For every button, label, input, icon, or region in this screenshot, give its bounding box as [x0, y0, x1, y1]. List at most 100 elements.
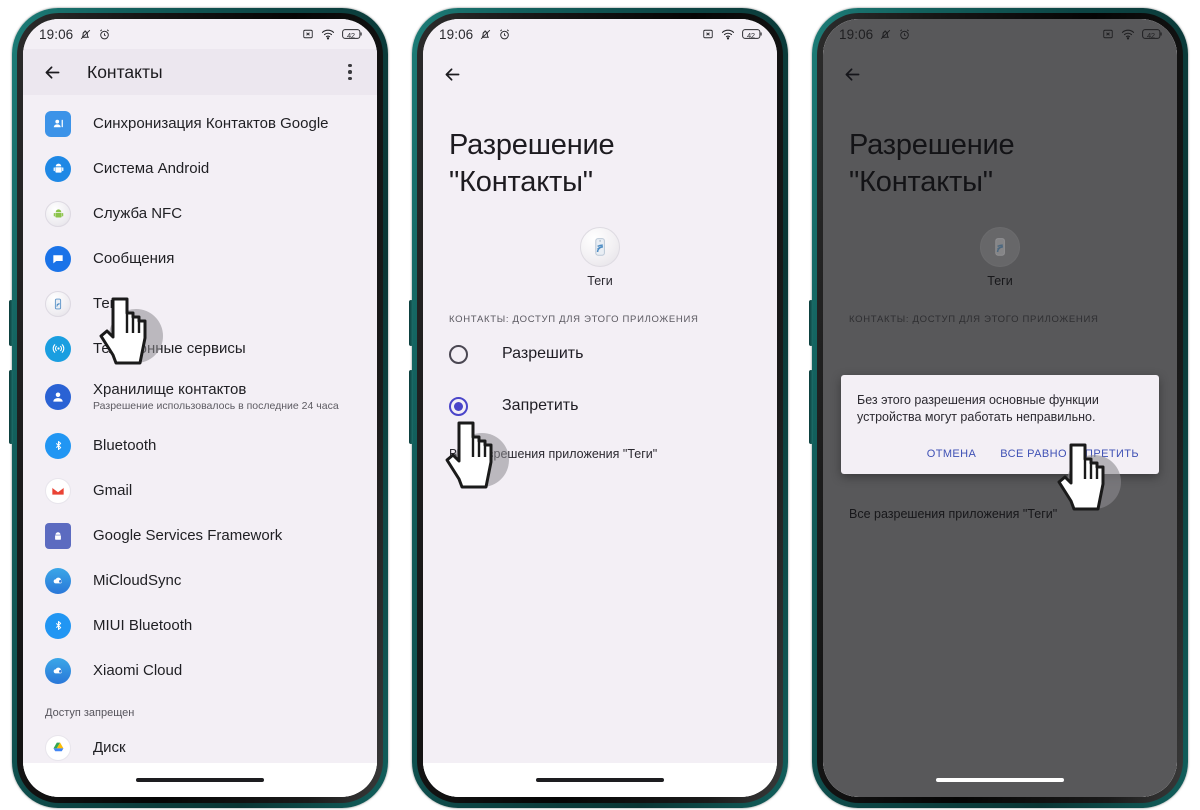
gesture-pill[interactable] — [536, 778, 664, 782]
dialog-message: Без этого разрешения основные функции ус… — [857, 393, 1099, 424]
back-button[interactable] — [37, 57, 67, 87]
list-item-label: Система Android — [93, 159, 210, 177]
status-bar: 19:06 42 — [23, 19, 377, 49]
list-item[interactable]: Gmail — [23, 468, 377, 513]
radio-label: Разрешить — [502, 345, 584, 362]
volume-button[interactable] — [809, 370, 813, 444]
status-bar: 19:06 42 — [423, 19, 777, 49]
navigation-bar — [23, 763, 377, 797]
app-name: Теги — [587, 274, 613, 288]
list-item[interactable]: MiCloudSync — [23, 558, 377, 603]
deny-anyway-button[interactable]: Все равно запретить — [998, 444, 1141, 464]
list-item[interactable]: Телефонные сервисы — [23, 326, 377, 371]
dialog-actions: Отмена Все равно запретить — [857, 444, 1143, 464]
status-bar-time: 19:06 — [839, 26, 874, 42]
contacts-storage-icon — [45, 384, 71, 410]
power-button[interactable] — [9, 300, 13, 346]
all-permissions-link[interactable]: Все разрешения приложения "Теги" — [423, 429, 777, 461]
gesture-pill[interactable] — [936, 778, 1064, 782]
battery-icon: 42 — [342, 28, 363, 40]
bell-muted-icon — [479, 28, 492, 41]
volume-button[interactable] — [409, 370, 413, 444]
telephony-services-icon — [45, 335, 71, 362]
list-item[interactable]: Служба NFC — [23, 191, 377, 236]
list-item-label: Хранилище контактов — [93, 381, 247, 398]
cancel-button[interactable]: Отмена — [925, 444, 978, 464]
permission-title-line1: Разрешение — [849, 129, 1015, 161]
permission-section-label: Контакты: доступ для этого приложения — [849, 314, 1099, 325]
phone-1-screen: 19:06 42 Контакты Синхронизация Контакто… — [23, 19, 377, 797]
screen-contacts-permission-list: 19:06 42 Контакты Синхронизация Контакто… — [23, 19, 377, 797]
miui-bluetooth-icon — [45, 612, 71, 639]
list-item-label: Сообщения — [93, 249, 175, 267]
three-phone-comparison: 19:06 42 Контакты Синхронизация Контакто… — [0, 0, 1200, 810]
tags-app-icon — [980, 227, 1020, 267]
radio-button[interactable] — [449, 396, 468, 416]
wifi-icon — [721, 28, 735, 40]
list-item[interactable]: Система Android — [23, 146, 377, 191]
list-item[interactable]: MIUI Bluetooth — [23, 603, 377, 648]
tags-app-icon — [580, 227, 620, 267]
list-item-label: MIUI Bluetooth — [93, 616, 193, 634]
status-bar: 19:06 42 — [823, 19, 1177, 49]
volume-button[interactable] — [9, 370, 13, 444]
android-system-icon — [45, 155, 71, 182]
list-item-label: Google Services Framework — [93, 526, 283, 544]
confirm-dialog: Без этого разрешения основные функции ус… — [841, 375, 1159, 474]
tags-icon — [45, 290, 71, 317]
list-item[interactable]: Google Services Framework — [23, 513, 377, 558]
radio-label: Запретить — [502, 397, 579, 414]
xiaomi-cloud-icon — [45, 657, 71, 684]
radio-option-allow[interactable]: Разрешить — [423, 331, 777, 377]
screen-contacts-permission-detail: 19:06 42 Разрешение "Контакты" Теги КОНТ… — [423, 19, 777, 797]
list-item-label: Gmail — [93, 481, 133, 499]
battery-icon: 42 — [1142, 28, 1163, 40]
app-bar — [423, 49, 777, 99]
permission-title: Разрешение "Контакты" — [823, 99, 1177, 201]
no-sim-icon — [702, 28, 714, 40]
radio-option-deny[interactable]: Запретить — [423, 383, 777, 429]
navigation-bar — [823, 763, 1177, 797]
power-button[interactable] — [409, 300, 413, 346]
micloudsync-icon — [45, 567, 71, 594]
back-button[interactable] — [837, 59, 867, 89]
list-item-label: Диск — [93, 738, 126, 756]
alarm-icon — [898, 28, 911, 41]
permission-app-list[interactable]: Синхронизация Контактов Google Система A… — [23, 95, 377, 763]
battery-level: 42 — [747, 30, 755, 40]
list-item[interactable]: Теги — [23, 281, 377, 326]
list-item-label: Синхронизация Контактов Google — [93, 114, 329, 132]
list-item[interactable]: Сообщения — [23, 236, 377, 281]
permission-title-line2: "Контакты" — [849, 166, 993, 198]
permission-title-line1: Разрешение — [449, 129, 615, 161]
bell-muted-icon — [879, 28, 892, 41]
permission-detail-body: Разрешение "Контакты" Теги КОНТАКТЫ: ДОС… — [423, 99, 777, 763]
list-item[interactable]: Bluetooth — [23, 423, 377, 468]
overflow-menu-icon[interactable] — [335, 57, 365, 87]
alarm-icon — [498, 28, 511, 41]
list-item-label: MiCloudSync — [93, 571, 182, 589]
all-permissions-link[interactable]: Все разрешения приложения "Теги" — [823, 489, 1083, 521]
list-item[interactable]: Хранилище контактов Разрешение использов… — [23, 371, 377, 423]
phone-1: 19:06 42 Контакты Синхронизация Контакто… — [0, 0, 400, 810]
page-title: Контакты — [87, 61, 163, 82]
list-item-sublabel: Разрешение использовалось в последние 24… — [93, 400, 339, 412]
list-item[interactable]: Диск — [23, 725, 377, 763]
screen-deny-confirm-dialog: 19:06 42 Разрешение "Контакты" Теги КОНТ… — [823, 19, 1177, 797]
list-item[interactable]: Xiaomi Cloud — [23, 648, 377, 693]
back-button[interactable] — [437, 59, 467, 89]
gesture-pill[interactable] — [136, 778, 264, 782]
list-item-label: Служба NFC — [93, 204, 183, 222]
phone-2: 19:06 42 Разрешение "Контакты" Теги КОНТ… — [400, 0, 800, 810]
nfc-service-icon — [45, 200, 71, 227]
battery-icon: 42 — [742, 28, 763, 40]
phone-3-screen: 19:06 42 Разрешение "Контакты" Теги КОНТ… — [823, 19, 1177, 797]
list-item[interactable]: Синхронизация Контактов Google — [23, 101, 377, 146]
list-item-label: Xiaomi Cloud — [93, 661, 183, 679]
radio-button[interactable] — [449, 344, 468, 364]
app-identity: Теги — [823, 227, 1177, 288]
app-bar: Контакты — [23, 49, 377, 95]
status-bar-time: 19:06 — [39, 26, 74, 42]
denied-section-label: Доступ запрещен — [45, 707, 135, 719]
power-button[interactable] — [809, 300, 813, 346]
